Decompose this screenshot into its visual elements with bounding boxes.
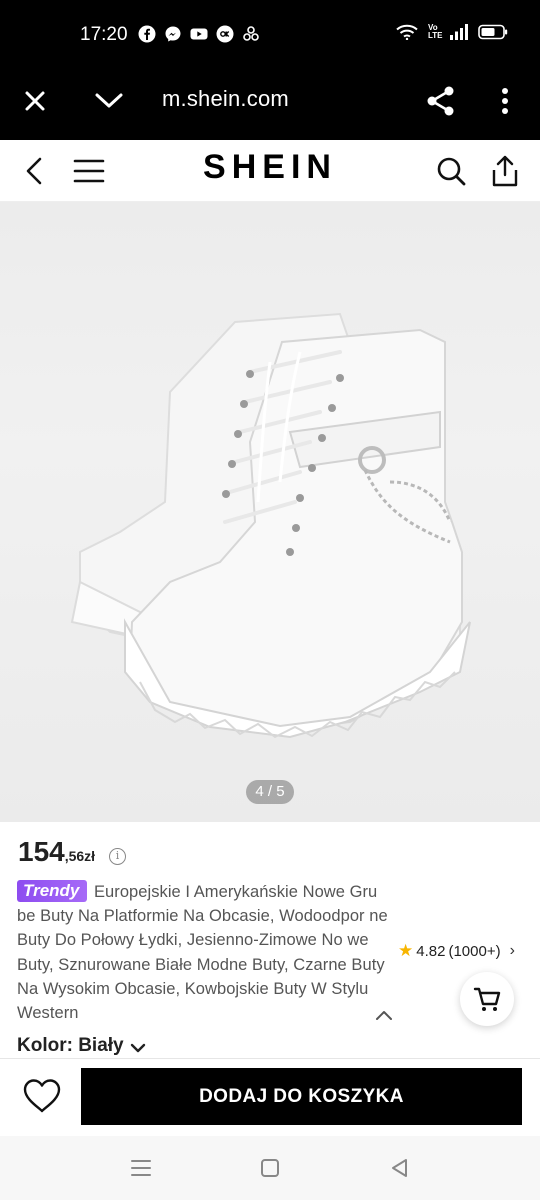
browser-toolbar: m.shein.com: [0, 62, 540, 140]
info-icon[interactable]: i: [109, 848, 126, 865]
product-image[interactable]: [0, 202, 540, 822]
wifi-icon: [396, 24, 418, 40]
app-icon: [243, 26, 259, 41]
more-options-icon[interactable]: [488, 84, 522, 118]
add-to-cart-button[interactable]: DODAJ DO KOSZYKA: [81, 1068, 522, 1125]
image-counter: 4 / 5: [246, 780, 294, 804]
cart-button[interactable]: [460, 972, 514, 1026]
product-title: Europejskie I Amerykańskie Nowe Gru be B…: [17, 883, 388, 1023]
status-indicators: Vo LTE: [396, 24, 508, 40]
share-icon[interactable]: [424, 84, 458, 118]
status-time: 17:20: [80, 24, 128, 45]
youtube-icon: [190, 28, 208, 40]
chevron-right-icon: ›: [509, 942, 515, 959]
facebook-icon: [138, 25, 156, 43]
rating-summary[interactable]: ★ 4.82 (1000+) ›: [398, 941, 515, 961]
battery-icon: [478, 24, 508, 40]
price-main: 154: [18, 836, 65, 867]
rating-count: (1000+): [448, 942, 501, 960]
status-app-icons: [138, 25, 260, 43]
messenger-icon: [165, 26, 181, 42]
color-selector[interactable]: Kolor: Biały: [17, 1035, 124, 1057]
chevron-up-icon[interactable]: [374, 1008, 394, 1022]
cart-icon: [473, 987, 501, 1011]
home-icon[interactable]: [258, 1156, 282, 1180]
heart-icon[interactable]: [22, 1078, 62, 1114]
price: 154,56zł: [18, 836, 95, 868]
recents-icon[interactable]: [129, 1156, 153, 1180]
okru-icon: [216, 25, 234, 43]
status-bar: 17:20 Vo LTE: [0, 0, 540, 62]
back-nav-icon[interactable]: [388, 1156, 412, 1180]
brand-logo[interactable]: SHEIN: [0, 148, 540, 187]
close-icon[interactable]: [18, 84, 52, 118]
rating-value: 4.82: [416, 942, 446, 960]
system-navigation-bar: [0, 1136, 540, 1200]
boots-illustration: [70, 312, 471, 739]
chevron-down-icon[interactable]: [92, 84, 126, 118]
price-decimal: ,56zł: [64, 848, 96, 864]
url-bar[interactable]: m.shein.com: [162, 86, 289, 112]
star-icon: ★: [398, 941, 414, 960]
volte-label: Vo LTE: [428, 23, 443, 40]
chevron-down-icon[interactable]: [130, 1042, 146, 1054]
signal-icon: [450, 24, 468, 40]
